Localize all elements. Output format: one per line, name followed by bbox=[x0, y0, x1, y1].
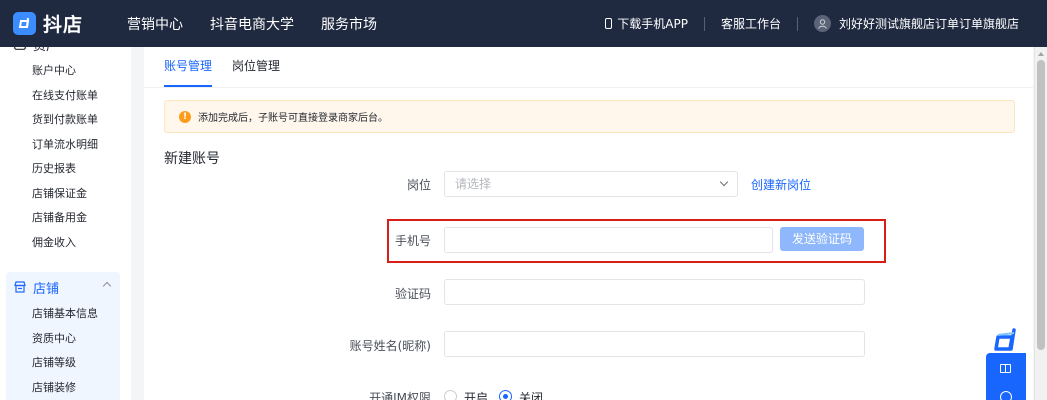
sidebar-group-shop: 店铺 店铺基本信息 资质中心 店铺等级 店铺装修 bbox=[6, 272, 120, 400]
nav-ecommerce-university[interactable]: 抖音电商大学 bbox=[210, 14, 294, 34]
im-on-label[interactable]: 开启 bbox=[464, 389, 488, 400]
create-position-link[interactable]: 创建新岗位 bbox=[751, 176, 811, 193]
download-app-link[interactable]: 下载手机APP bbox=[617, 15, 688, 32]
sidebar-item-shop-deposit[interactable]: 店铺保证金 bbox=[6, 182, 120, 207]
im-label: 开通IM权限 bbox=[369, 391, 431, 400]
avatar[interactable] bbox=[813, 15, 831, 32]
tabs: 账号管理 岗位管理 bbox=[164, 47, 300, 87]
wallet-icon bbox=[14, 47, 26, 50]
doudian-logo-icon bbox=[13, 12, 36, 35]
scroll-up-arrow-icon[interactable] bbox=[1038, 52, 1044, 56]
code-input[interactable] bbox=[444, 279, 865, 305]
section-title: 新建账号 bbox=[164, 151, 220, 167]
tab-account-management[interactable]: 账号管理 bbox=[164, 47, 213, 87]
logo-text: 抖店 bbox=[43, 14, 84, 36]
sidebar-item-online-payment-bill[interactable]: 在线支付账单 bbox=[6, 84, 120, 109]
shop-name[interactable]: 刘好好测试旗舰店订单订单旗舰店 bbox=[839, 15, 1019, 32]
top-bar: 抖店 营销中心 抖音电商大学 服务市场 下载手机APP 客服工作台 刘好好测试旗… bbox=[0, 0, 1047, 47]
scroll-thumb[interactable] bbox=[1037, 60, 1045, 350]
position-select[interactable]: 请选择 bbox=[444, 171, 738, 197]
book-icon[interactable] bbox=[1000, 364, 1011, 373]
main-panel: 账号管理 岗位管理 ! 添加完成后，子账号可直接登录商家后台。 新建账号 岗位 … bbox=[144, 47, 1033, 400]
im-on-radio[interactable] bbox=[444, 390, 457, 400]
scrollbar[interactable] bbox=[1034, 47, 1047, 400]
position-label: 岗位 bbox=[406, 178, 431, 192]
sidebar-item-order-flow[interactable]: 订单流水明细 bbox=[6, 133, 120, 158]
nav-marketing-center[interactable]: 营销中心 bbox=[127, 14, 183, 34]
group-header-assets[interactable]: 资产 bbox=[6, 47, 120, 59]
help-icon[interactable] bbox=[1000, 391, 1012, 400]
sidebar-item-qualification[interactable]: 资质中心 bbox=[6, 327, 120, 352]
tabs-divider bbox=[144, 87, 1033, 88]
sidebar-item-shop-level[interactable]: 店铺等级 bbox=[6, 351, 120, 376]
top-right: 下载手机APP 客服工作台 刘好好测试旗舰店订单订单旗舰店 bbox=[605, 0, 1019, 47]
sidebar-item-commission[interactable]: 佣金收入 bbox=[6, 231, 120, 256]
chevron-up-icon[interactable] bbox=[102, 281, 112, 291]
sidebar-item-history-report[interactable]: 历史报表 bbox=[6, 157, 120, 182]
top-nav: 营销中心 抖音电商大学 服务市场 bbox=[127, 14, 404, 34]
name-input[interactable] bbox=[444, 331, 865, 357]
alert-text: 添加完成后，子账号可直接登录商家后台。 bbox=[198, 113, 388, 124]
float-toolbar bbox=[986, 353, 1026, 400]
sidebar-item-shop-reserve[interactable]: 店铺备用金 bbox=[6, 206, 120, 231]
warning-icon: ! bbox=[179, 110, 191, 123]
logo[interactable]: 抖店 bbox=[13, 10, 83, 37]
position-placeholder: 请选择 bbox=[455, 177, 492, 191]
customer-service-link[interactable]: 客服工作台 bbox=[721, 15, 781, 32]
tab-position-management[interactable]: 岗位管理 bbox=[232, 47, 280, 87]
group-title: 店铺 bbox=[33, 281, 60, 297]
divider bbox=[796, 16, 798, 31]
divider bbox=[703, 16, 705, 31]
sidebar-item-cod-bill[interactable]: 货到付款账单 bbox=[6, 108, 120, 133]
nav-service-market[interactable]: 服务市场 bbox=[321, 14, 377, 34]
highlight-box bbox=[387, 219, 886, 263]
doudian-float-icon[interactable] bbox=[992, 327, 1020, 354]
code-label: 验证码 bbox=[394, 287, 431, 301]
im-off-label[interactable]: 关闭 bbox=[519, 389, 543, 400]
mobile-phone-icon bbox=[605, 18, 613, 29]
im-off-radio[interactable] bbox=[499, 390, 512, 400]
group-title: 资产 bbox=[33, 47, 59, 54]
sidebar-item-account-center[interactable]: 账户中心 bbox=[6, 59, 120, 84]
info-alert: ! 添加完成后，子账号可直接登录商家后台。 bbox=[164, 100, 1015, 133]
chevron-down-icon bbox=[719, 177, 729, 187]
store-icon bbox=[14, 281, 26, 293]
sidebar-item-shop-decoration[interactable]: 店铺装修 bbox=[6, 376, 120, 400]
group-header-shop[interactable]: 店铺 bbox=[6, 272, 120, 302]
sidebar-item-shop-info[interactable]: 店铺基本信息 bbox=[6, 302, 120, 327]
sidebar: 资产 账户中心 在线支付账单 货到付款账单 订单流水明细 历史报表 店铺保证金 … bbox=[0, 47, 131, 400]
user-icon bbox=[818, 18, 827, 29]
name-label: 账号姓名(昵称) bbox=[349, 339, 431, 353]
